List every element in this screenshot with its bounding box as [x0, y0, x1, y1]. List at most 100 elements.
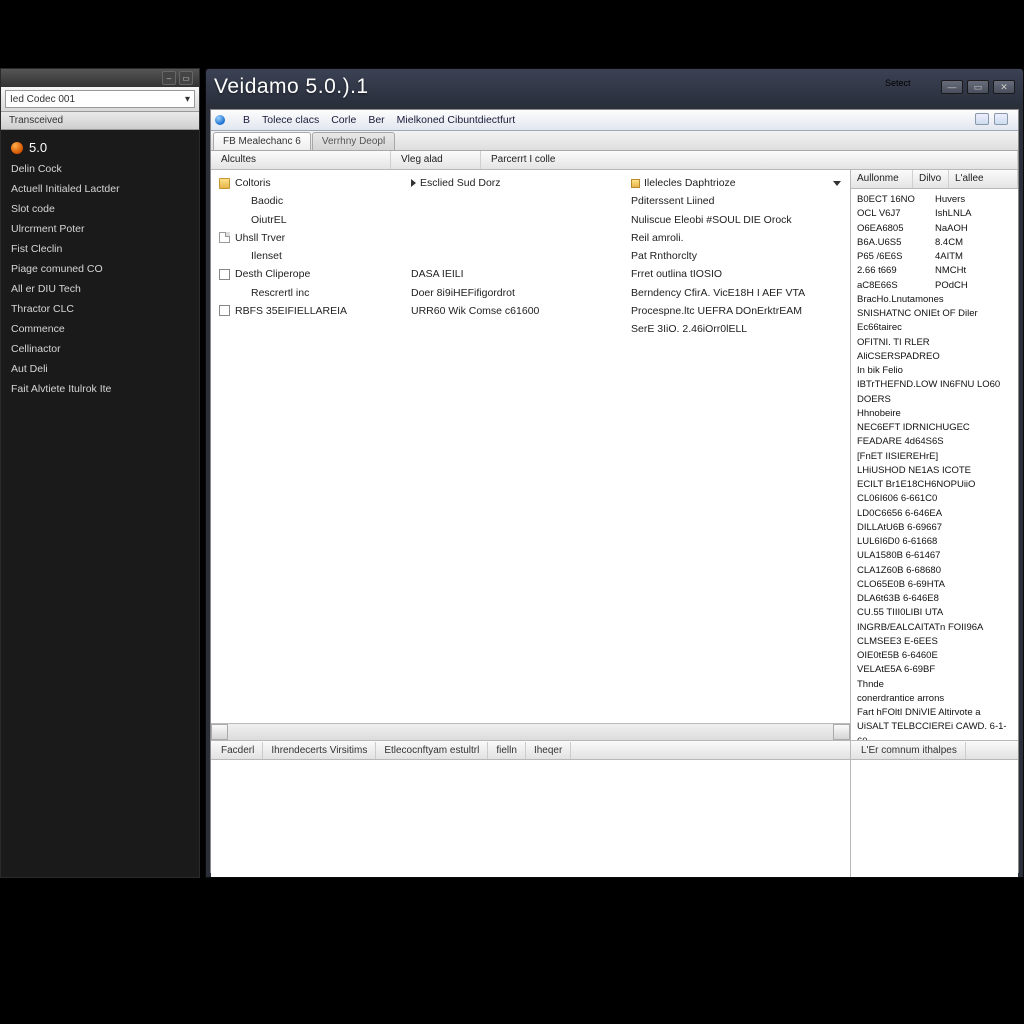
mid-value-row[interactable]: Doer 8i9iHEFifigordrot [411, 284, 621, 302]
left-nav-item[interactable]: Fist Cleclin [1, 239, 199, 259]
col-header-1[interactable]: Alcultes [211, 151, 391, 169]
mid-value-row[interactable] [411, 211, 621, 229]
mid-value-row[interactable] [411, 247, 621, 265]
side-data-row[interactable]: O6EA6805NaAOH [857, 222, 1012, 236]
bottom-tab[interactable]: Etlecocnftyam estultrl [376, 742, 488, 759]
horizontal-scrollbar[interactable] [211, 723, 850, 740]
left-restore-button[interactable]: ▭ [179, 71, 193, 85]
app-client-area: BTolece clacsCorleBerMielkoned Cibuntdie… [210, 109, 1019, 873]
left-window-titlebar: – ▭ [1, 69, 199, 87]
right-value-row[interactable]: Pditerssent Liined [631, 192, 841, 210]
side-data-row[interactable]: OCL V6J7 IshLNLA [857, 207, 1012, 221]
right-value-row[interactable]: Nuliscue Eleobi #SOUL DIE Orock [631, 211, 841, 229]
right-value-row[interactable]: Berndency CfirA. VicE18H I AEF VTA [631, 284, 841, 302]
left-min-button[interactable]: – [162, 71, 176, 85]
main-left-pane: ColtorisBaodicOiutrELUhsll TrverIlensetD… [211, 170, 851, 740]
side-log-line: OFITNI. TI RLER AliCSERSPADREO [857, 336, 1012, 365]
left-nav-item[interactable]: Piage comuned CO [1, 259, 199, 279]
side-log-line: CLA1Z60B 6-68680 [857, 564, 1012, 578]
side-data-row[interactable]: aC8E66SPOdCH [857, 279, 1012, 293]
right-value-row[interactable]: Ilelecles Daphtrioze [631, 174, 841, 192]
side-log-line: Thnde [857, 678, 1012, 692]
bottom-right-pane: L'Er comnum ithalpes [851, 740, 1018, 878]
side-log-view[interactable]: B0ECT 16NOHuversOCL V6J7 IshLNLAO6EA6805N… [851, 189, 1018, 740]
left-nav-item[interactable]: Fait Alvtiete Itulrok Ite [1, 379, 199, 399]
bottom-tab[interactable]: Ihrendecerts Virsitims [263, 742, 376, 759]
left-version-row[interactable]: 5.0 [1, 136, 199, 159]
bottom-tab[interactable]: fielln [488, 742, 526, 759]
side-cell: 2.66 t669 [857, 264, 925, 278]
side-log-line: CL06I606 6-661C0 [857, 492, 1012, 506]
menu-item[interactable]: B [237, 112, 256, 128]
right-value-row[interactable]: SerE 3IiO. 2.46iOrr0lELL [631, 320, 841, 338]
mid-value-label [411, 193, 414, 209]
right-value-row[interactable]: Pat Rnthorclty [631, 247, 841, 265]
main-app-window: Veidamo 5.0.).1 Setect — ▭ ✕ BTolece cla… [205, 68, 1024, 878]
minimize-button[interactable]: — [941, 80, 963, 94]
side-cell: IshLNLA [935, 207, 971, 221]
tab-primary[interactable]: FB Mealechanc 6 [213, 132, 311, 150]
left-nav-item[interactable]: Thractor CLC [1, 299, 199, 319]
menu-item[interactable]: Ber [362, 112, 390, 128]
bottom-tab[interactable]: Facderl [213, 742, 263, 759]
menu-overflow[interactable] [969, 111, 1014, 130]
tree-label: Rescrertl inc [251, 285, 309, 301]
left-section-header: Transceived [1, 111, 199, 130]
bottom-tab[interactable]: L'Er comnum ithalpes [853, 742, 966, 759]
mid-value-row[interactable] [411, 229, 621, 247]
side-data-row[interactable]: B6A.U6S5 8.4CM [857, 236, 1012, 250]
menu-item[interactable]: Mielkoned Cibuntdiectfurt [391, 112, 521, 128]
app-orb-icon[interactable] [215, 115, 225, 125]
right-value-label: Pditerssent Liined [631, 193, 714, 209]
orb-icon [11, 142, 23, 154]
right-value-row[interactable]: Frret outlina tIOSIO [631, 265, 841, 283]
side-cell: POdCH [935, 279, 968, 293]
left-nav-item[interactable]: Ulrcrment Poter [1, 219, 199, 239]
left-device-selector[interactable]: Ied Codec 001 ▾ [5, 90, 195, 108]
module-icon [631, 179, 640, 188]
side-data-row[interactable]: P65 /6E6S4AITM [857, 250, 1012, 264]
bottom-right-content [851, 760, 1018, 878]
side-cell: OCL V6J7 [857, 207, 925, 221]
side-data-row[interactable]: 2.66 t669NMCHt [857, 264, 1012, 278]
left-nav-item[interactable]: Delin Cock [1, 159, 199, 179]
side-col-2[interactable]: Dilvo [913, 170, 949, 188]
close-button[interactable]: ✕ [993, 80, 1015, 94]
right-value-row[interactable]: Procespne.ltc UEFRA DOnErktrEAM [631, 302, 841, 320]
dropdown-icon[interactable] [833, 181, 841, 186]
side-cell: P65 /6E6S [857, 250, 925, 264]
mid-value-row[interactable]: DASA IEILI [411, 265, 621, 283]
bottom-right-tabs: L'Er comnum ithalpes [851, 741, 1018, 760]
menu-item[interactable]: Corle [325, 112, 362, 128]
mid-value-row[interactable]: Esclied Sud Dorz [411, 174, 621, 192]
side-log-line: DLA6t63B 6-646E8 [857, 592, 1012, 606]
mid-value-label [411, 248, 414, 264]
bottom-tab[interactable]: Iheqer [526, 742, 571, 759]
left-nav-item[interactable]: All er DIU Tech [1, 279, 199, 299]
left-nav-item[interactable]: Slot code [1, 199, 199, 219]
left-nav-item[interactable]: Commence [1, 319, 199, 339]
right-value-label: Reil amroli. [631, 230, 684, 246]
side-cell: B6A.U6S5 [857, 236, 925, 250]
left-nav-item[interactable]: Actuell Initialed Lactder [1, 179, 199, 199]
tab-secondary[interactable]: Verrhny Deopl [312, 132, 395, 150]
side-col-1[interactable]: Aullonme [851, 170, 913, 188]
col-header-2[interactable]: Vleg alad [391, 151, 481, 169]
side-cell: B0ECT 16NO [857, 193, 925, 207]
titlebar-action-button[interactable]: Setect [885, 78, 935, 96]
side-col-3[interactable]: L'allee [949, 170, 1018, 188]
side-cell: NaAOH [935, 222, 968, 236]
col-header-3[interactable]: Parcerrt I colle [481, 151, 1018, 169]
mid-value-row[interactable] [411, 192, 621, 210]
side-log-line: In bik Felio [857, 364, 1012, 378]
side-data-row[interactable]: B0ECT 16NOHuvers [857, 193, 1012, 207]
side-cell: 8.4CM [935, 236, 963, 250]
menu-item[interactable]: Tolece clacs [256, 112, 325, 128]
maximize-button[interactable]: ▭ [967, 80, 989, 94]
left-nav-item[interactable]: Cellinactor [1, 339, 199, 359]
mid-value-row[interactable]: URR60 Wik Comse c61600 [411, 302, 621, 320]
left-nav-item[interactable]: Aut Deli [1, 359, 199, 379]
app-titlebar: Veidamo 5.0.).1 Setect — ▭ ✕ [206, 69, 1023, 105]
side-log-line: DILLAtU6B 6-69667 [857, 521, 1012, 535]
right-value-row[interactable]: Reil amroli. [631, 229, 841, 247]
